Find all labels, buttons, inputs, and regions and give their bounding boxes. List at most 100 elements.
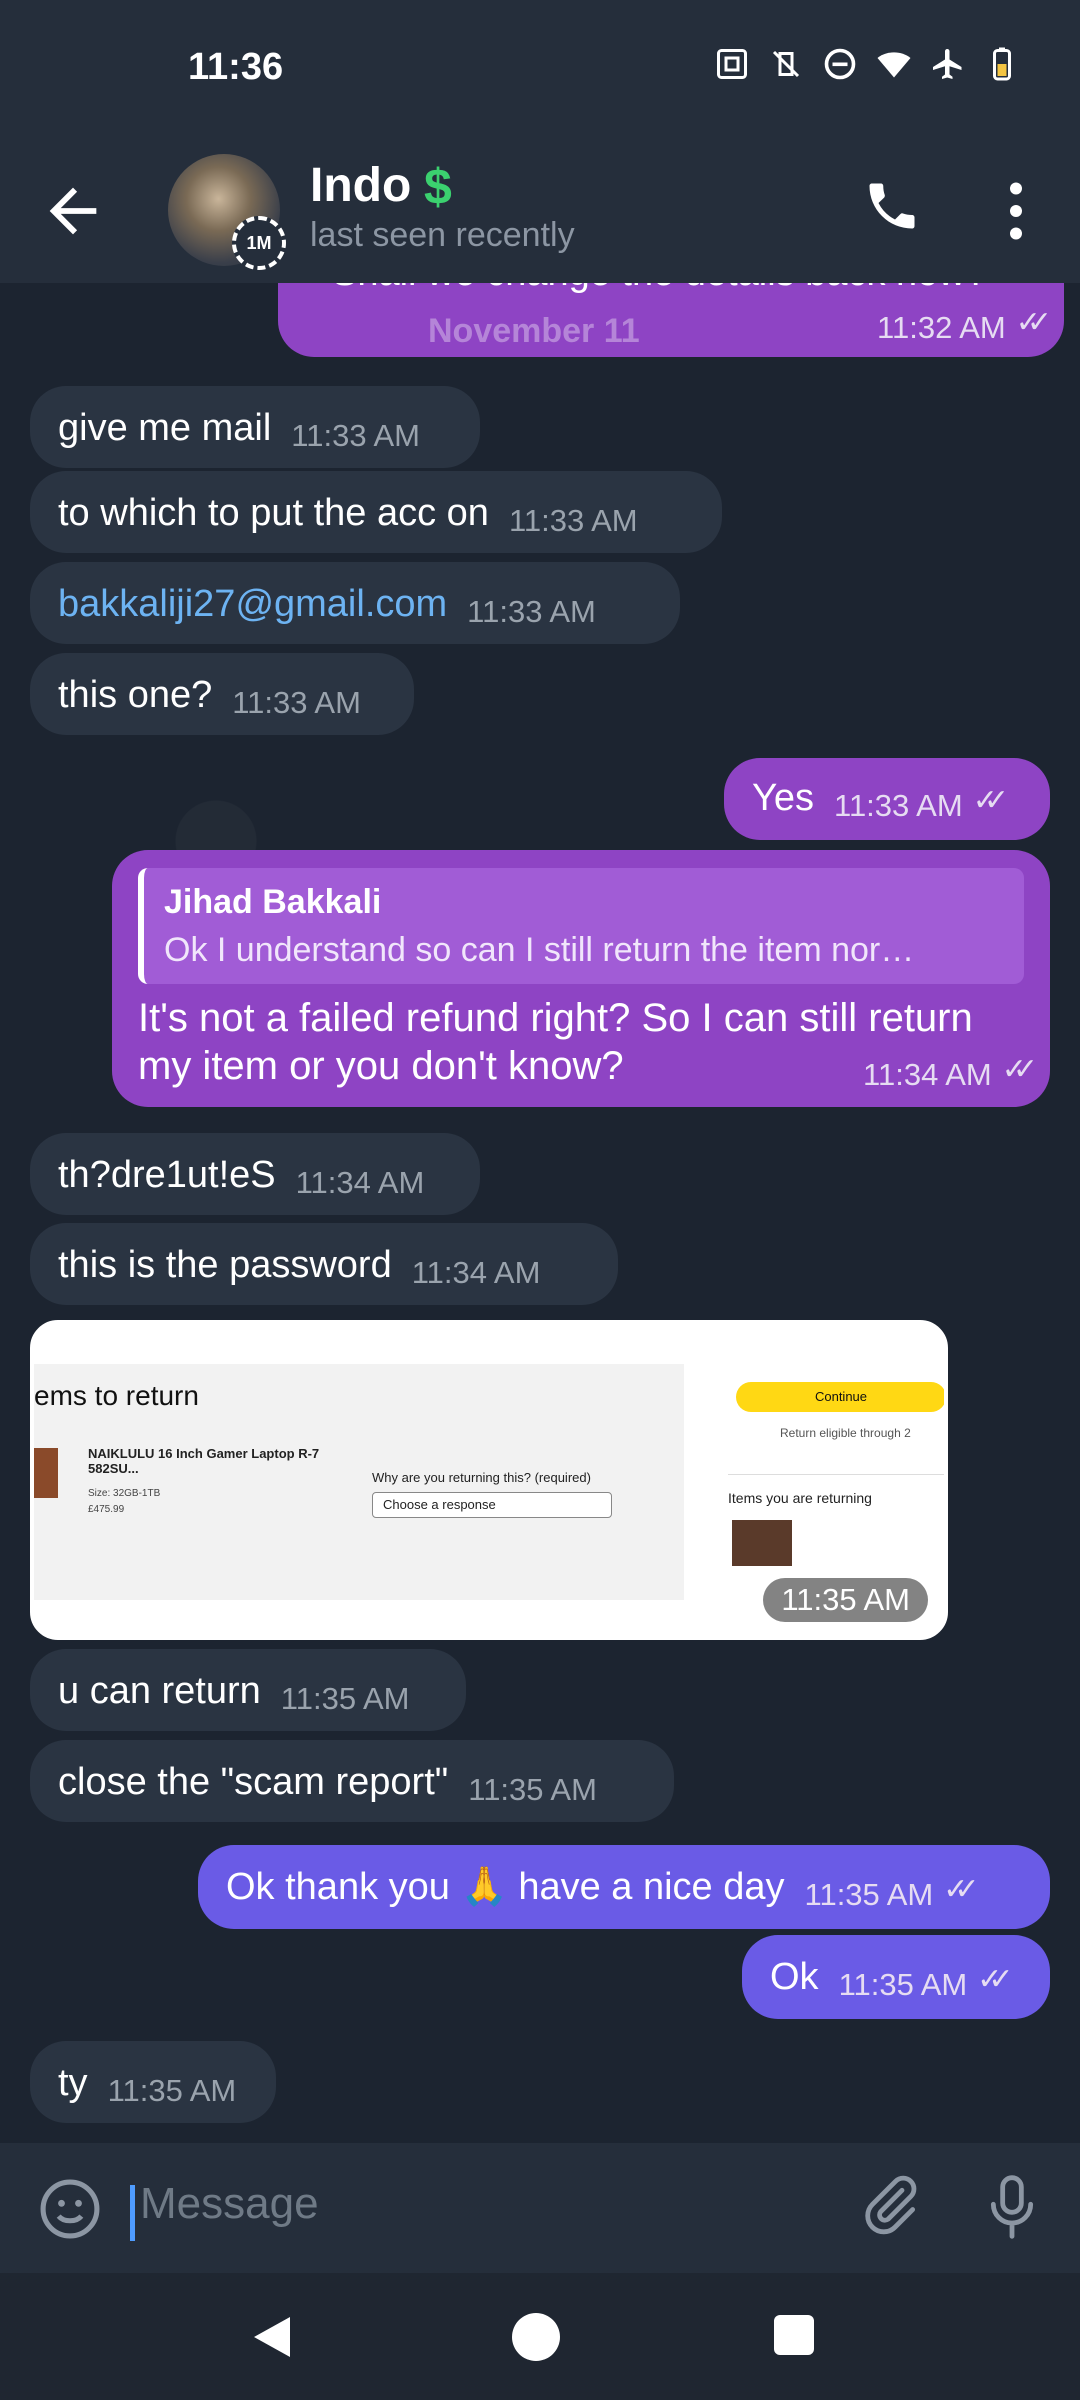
status-bar: 11:36 [0,0,1080,140]
message-list[interactable]: Shall we change the details back now? 11… [0,283,1080,2143]
message-time: 11:33 AM [834,788,963,823]
product-thumbnail [732,1520,792,1566]
emoji-button[interactable] [36,2175,104,2243]
chat-header: 1M Indo $ last seen recently [0,140,1080,283]
message-bubble-outgoing[interactable]: Ok 11:35 AM ✓✓ [742,1935,1050,2019]
wifi-icon [876,46,912,82]
message-bubble-incoming[interactable]: give me mail 11:33 AM [30,386,480,468]
double-check-icon: ✓✓ [943,1873,979,1906]
message-time: 11:35 AM [838,1967,968,2002]
message-text: to which to put the acc on [58,492,489,534]
message-text: u can return [58,1670,261,1712]
emoji-icon [40,2179,100,2239]
back-button[interactable] [38,176,108,246]
message-last-line: my item or you don't know? 11:34 AM ✓✓ [138,1042,1038,1094]
message-text-line: It's not a failed refund right? So I can… [138,996,973,1040]
nfc-icon [714,46,750,82]
paperclip-icon [865,2175,917,2235]
message-bubble-incoming[interactable]: this is the password 11:34 AM [30,1223,618,1305]
arrow-back-icon [49,187,97,235]
continue-button-image: Continue [736,1382,944,1412]
reply-sender: Jihad Bakkali [164,883,382,921]
screenshot-heading: ems to return [34,1380,199,1411]
return-question: Why are you returning this? (required) [372,1470,591,1485]
screenshot-panel: ems to return NAIKLULU 16 Inch Gamer Lap… [34,1364,684,1600]
double-check-icon: ✓✓ [972,784,1009,817]
more-vert-icon [1010,182,1022,240]
message-bubble-incoming[interactable]: u can return 11:35 AM [30,1649,466,1731]
message-bubble-outgoing-reply[interactable]: Jihad Bakkali Ok I understand so can I s… [112,850,1050,1107]
message-time: 11:35 AM [280,1681,410,1716]
product-price: £475.99 [88,1504,125,1515]
image-time: 11:35 AM [763,1578,928,1622]
double-check-icon: ✓✓ [1001,1053,1038,1086]
message-time: 11:32 AM [877,310,1006,345]
message-bubble-outgoing[interactable]: Ok thank you 🙏 have a nice day 11:35 AM ✓✓ [198,1845,1050,1929]
battery-icon [984,46,1020,82]
message-meta: 11:34 AM ✓✓ [843,1042,1038,1094]
call-button[interactable] [862,176,932,246]
dollar-icon: $ [424,159,452,215]
message-time: 11:35 AM [107,2073,237,2108]
message-text: Ok thank you 🙏 have a nice day [226,1866,785,1908]
phone-icon [869,183,915,229]
message-bubble-outgoing[interactable]: Shall we change the details back now? 11… [278,283,1064,357]
text-cursor [130,2185,135,2241]
message-bubble-incoming[interactable]: to which to put the acc on 11:33 AM [30,471,722,553]
story-badge: 1M [232,216,286,270]
date-badge: November 11 [428,312,640,350]
message-text: Yes [752,777,814,819]
status-clock: 11:36 [188,46,284,88]
nav-back-button[interactable] [250,2313,294,2366]
message-time: 11:34 AM [411,1255,541,1290]
attach-button[interactable] [858,2173,928,2243]
message-time: 11:33 AM [508,503,638,538]
vibrate-off-icon [768,46,804,82]
message-time: 11:33 AM [232,685,361,720]
message-text: this is the password [58,1244,392,1286]
message-text: Ok [770,1956,819,1998]
message-text: th?dre1ut!eS [58,1154,276,1196]
reply-quote[interactable]: Jihad Bakkali Ok I understand so can I s… [138,868,1024,984]
message-input[interactable]: Message [140,2179,319,2229]
image-message[interactable]: ems to return NAIKLULU 16 Inch Gamer Lap… [30,1320,948,1640]
product-thumbnail [34,1448,58,1498]
double-check-icon: ✓✓ [1015,306,1052,339]
system-navigation-bar [0,2273,1080,2400]
contact-name[interactable]: Indo [310,158,411,213]
microphone-icon [990,2175,1034,2239]
message-time: 11:33 AM [467,594,596,629]
nav-home-button[interactable] [512,2313,560,2361]
message-text-line: my item or you don't know? [138,1044,624,1088]
message-bubble-outgoing[interactable]: Yes 11:33 AM ✓✓ [724,758,1050,840]
nav-recents-button[interactable] [774,2315,814,2355]
message-text: give me mail [58,407,272,449]
triangle-back-icon [254,2317,290,2357]
message-bubble-incoming[interactable]: th?dre1ut!eS 11:34 AM [30,1133,480,1215]
dnd-icon [822,46,858,82]
email-link[interactable]: bakkaliji27@gmail.com [58,583,447,625]
reason-select: Choose a response [372,1492,612,1518]
voice-record-button[interactable] [980,2171,1050,2245]
message-time: 11:34 AM [863,1057,992,1092]
message-time: 11:34 AM [295,1165,425,1200]
message-bubble-incoming[interactable]: bakkaliji27@gmail.com 11:33 AM [30,562,680,644]
product-name: NAIKLULU 16 Inch Gamer Laptop R-7 582SU..… [88,1446,320,1476]
product-size: Size: 32GB-1TB [88,1488,161,1499]
message-text: Shall we change the details back now? [332,283,1036,297]
message-bubble-incoming[interactable]: close the "scam report" 11:35 AM [30,1740,674,1822]
message-text: ty [58,2062,88,2104]
message-meta: 11:32 AM ✓✓ [857,296,1052,347]
double-check-icon: ✓✓ [977,1963,1013,1996]
message-bubble-incoming[interactable]: ty 11:35 AM [30,2041,276,2123]
status-icons [714,46,1020,82]
returning-label: Items you are returning [728,1490,872,1506]
eligible-text: Return eligible through 2 [780,1426,911,1440]
airplane-icon [930,46,966,82]
more-options-button[interactable] [986,176,1046,246]
message-time: 11:33 AM [291,418,420,453]
reply-text: Ok I understand so can I still return th… [164,931,915,969]
message-text: this one? [58,674,213,716]
message-bubble-incoming[interactable]: this one? 11:33 AM [30,653,414,735]
message-time: 11:35 AM [468,1772,597,1807]
